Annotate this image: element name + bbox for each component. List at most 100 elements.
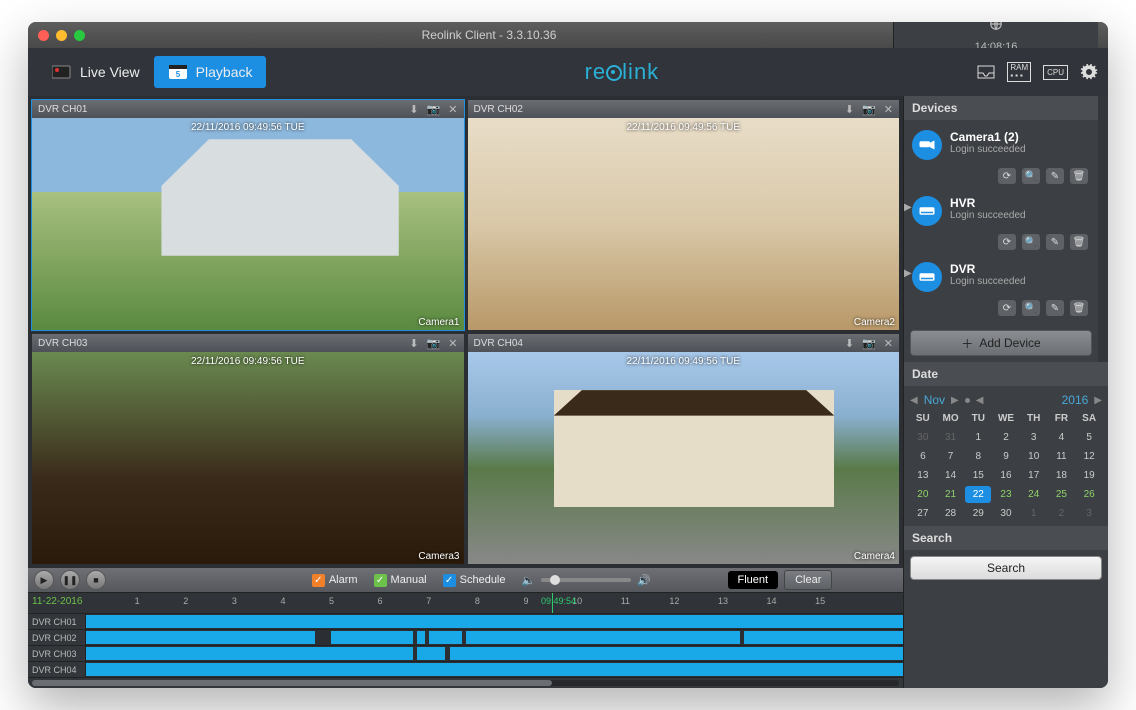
- calendar-day[interactable]: 30: [910, 429, 936, 446]
- edit-icon[interactable]: ✎: [1046, 234, 1064, 250]
- calendar-month[interactable]: Nov: [924, 393, 945, 407]
- edit-icon[interactable]: ✎: [1046, 300, 1064, 316]
- stop-button[interactable]: ■: [86, 570, 106, 590]
- recording-segment[interactable]: [331, 631, 413, 644]
- window-close-button[interactable]: [38, 30, 49, 41]
- clear-button[interactable]: Clear: [784, 570, 832, 590]
- calendar-day[interactable]: 19: [1076, 467, 1102, 484]
- close-icon[interactable]: ✕: [884, 337, 893, 350]
- expand-icon[interactable]: ▶: [904, 268, 912, 279]
- video-tile-4[interactable]: DVR CH04 ⬇ 📷 ✕ 22/11/2016 09:49:56 TUE C…: [468, 334, 900, 564]
- window-zoom-button[interactable]: [74, 30, 85, 41]
- snapshot-icon[interactable]: 📷: [862, 103, 876, 116]
- calendar-day[interactable]: 20: [910, 486, 936, 503]
- search-button[interactable]: Search: [910, 556, 1102, 580]
- next-year-button[interactable]: ▶: [1094, 395, 1102, 406]
- calendar-day[interactable]: 8: [965, 448, 991, 465]
- close-icon[interactable]: ✕: [884, 103, 893, 116]
- search-icon[interactable]: 🔍: [1022, 234, 1040, 250]
- close-icon[interactable]: ✕: [448, 337, 457, 350]
- calendar-day[interactable]: 1: [965, 429, 991, 446]
- calendar-day[interactable]: 29: [965, 505, 991, 522]
- tab-playback[interactable]: 5 Playback: [154, 56, 267, 88]
- calendar-day[interactable]: 18: [1049, 467, 1075, 484]
- pause-button[interactable]: ❚❚: [60, 570, 80, 590]
- next-month-button[interactable]: ▶: [951, 395, 959, 406]
- filter-alarm[interactable]: ✓Alarm: [312, 574, 358, 587]
- cpu-icon[interactable]: CPU: [1043, 65, 1068, 80]
- calendar-day[interactable]: 3: [1076, 505, 1102, 522]
- recording-segment[interactable]: [417, 631, 425, 644]
- calendar-day[interactable]: 3: [1021, 429, 1047, 446]
- timeline-ruler[interactable]: 11-22-2016 123456789101112131415 09:49:5…: [28, 592, 903, 614]
- calendar-day[interactable]: 24: [1021, 486, 1047, 503]
- calendar-day[interactable]: 9: [993, 448, 1019, 465]
- snapshot-icon[interactable]: 📷: [427, 103, 441, 116]
- calendar-day[interactable]: 21: [938, 486, 964, 503]
- recording-segment[interactable]: [450, 647, 903, 660]
- recording-segment[interactable]: [429, 631, 462, 644]
- calendar-day[interactable]: 23: [993, 486, 1019, 503]
- calendar-day[interactable]: 10: [1021, 448, 1047, 465]
- calendar-day[interactable]: 1: [1021, 505, 1047, 522]
- recording-segment[interactable]: [86, 615, 903, 628]
- timeline-row[interactable]: DVR CH01: [28, 614, 903, 630]
- calendar-day[interactable]: 13: [910, 467, 936, 484]
- calendar-day[interactable]: 4: [1049, 429, 1075, 446]
- volume-slider[interactable]: [541, 578, 631, 582]
- calendar-day[interactable]: 26: [1076, 486, 1102, 503]
- globe-icon[interactable]: [989, 22, 1003, 31]
- calendar-day[interactable]: 7: [938, 448, 964, 465]
- recording-segment[interactable]: [86, 631, 315, 644]
- add-device-button[interactable]: ＋Add Device: [910, 330, 1092, 356]
- timeline-row[interactable]: DVR CH02: [28, 630, 903, 646]
- video-tile-2[interactable]: DVR CH02 ⬇ 📷 ✕ 22/11/2016 09:49:56 TUE C…: [468, 100, 900, 330]
- recording-segment[interactable]: [417, 647, 446, 660]
- prev-month-button[interactable]: ◀: [910, 395, 918, 406]
- delete-icon[interactable]: 🗑: [1070, 300, 1088, 316]
- calendar-day[interactable]: 15: [965, 467, 991, 484]
- recording-segment[interactable]: [86, 663, 903, 676]
- edit-icon[interactable]: ✎: [1046, 168, 1064, 184]
- video-tile-3[interactable]: DVR CH03 ⬇ 📷 ✕ 22/11/2016 09:49:56 TUE C…: [32, 334, 464, 564]
- snapshot-icon[interactable]: 📷: [862, 337, 876, 350]
- snapshot-icon[interactable]: 📷: [427, 337, 441, 350]
- calendar-day[interactable]: 2: [993, 429, 1019, 446]
- expand-icon[interactable]: ▶: [904, 202, 912, 213]
- tab-live-view[interactable]: Live View: [38, 56, 154, 88]
- timeline-scrollbar[interactable]: [28, 678, 903, 688]
- calendar-day[interactable]: 2: [1049, 505, 1075, 522]
- ram-icon[interactable]: RAM▪▪▪: [1007, 62, 1031, 82]
- recording-segment[interactable]: [466, 631, 740, 644]
- refresh-icon[interactable]: ⟳: [998, 168, 1016, 184]
- calendar-day[interactable]: 30: [993, 505, 1019, 522]
- download-icon[interactable]: ⬇: [845, 337, 854, 350]
- video-tile-1[interactable]: DVR CH01 ⬇ 📷 ✕ 22/11/2016 09:49:56 TUE C…: [32, 100, 464, 330]
- filter-manual[interactable]: ✓Manual: [374, 574, 427, 587]
- inbox-icon[interactable]: [977, 65, 995, 79]
- download-icon[interactable]: ⬇: [409, 103, 418, 116]
- refresh-icon[interactable]: ⟳: [998, 300, 1016, 316]
- calendar-day[interactable]: 28: [938, 505, 964, 522]
- calendar-day[interactable]: 16: [993, 467, 1019, 484]
- calendar-day[interactable]: 22: [965, 486, 991, 503]
- delete-icon[interactable]: 🗑: [1070, 168, 1088, 184]
- prev-year-button[interactable]: ◀: [976, 395, 984, 406]
- recording-segment[interactable]: [744, 631, 903, 644]
- calendar-day[interactable]: 27: [910, 505, 936, 522]
- device-scrollbar[interactable]: [1098, 96, 1108, 362]
- calendar-day[interactable]: 17: [1021, 467, 1047, 484]
- calendar-day[interactable]: 14: [938, 467, 964, 484]
- calendar-day[interactable]: 12: [1076, 448, 1102, 465]
- gear-icon[interactable]: [1080, 63, 1098, 81]
- calendar-year[interactable]: 2016: [1062, 393, 1089, 407]
- timeline-row[interactable]: DVR CH03: [28, 646, 903, 662]
- search-icon[interactable]: 🔍: [1022, 300, 1040, 316]
- stream-quality-button[interactable]: Fluent: [728, 571, 779, 589]
- filter-schedule[interactable]: ✓Schedule: [443, 574, 506, 587]
- calendar-day[interactable]: 11: [1049, 448, 1075, 465]
- calendar-day[interactable]: 6: [910, 448, 936, 465]
- download-icon[interactable]: ⬇: [409, 337, 418, 350]
- refresh-icon[interactable]: ⟳: [998, 234, 1016, 250]
- search-icon[interactable]: 🔍: [1022, 168, 1040, 184]
